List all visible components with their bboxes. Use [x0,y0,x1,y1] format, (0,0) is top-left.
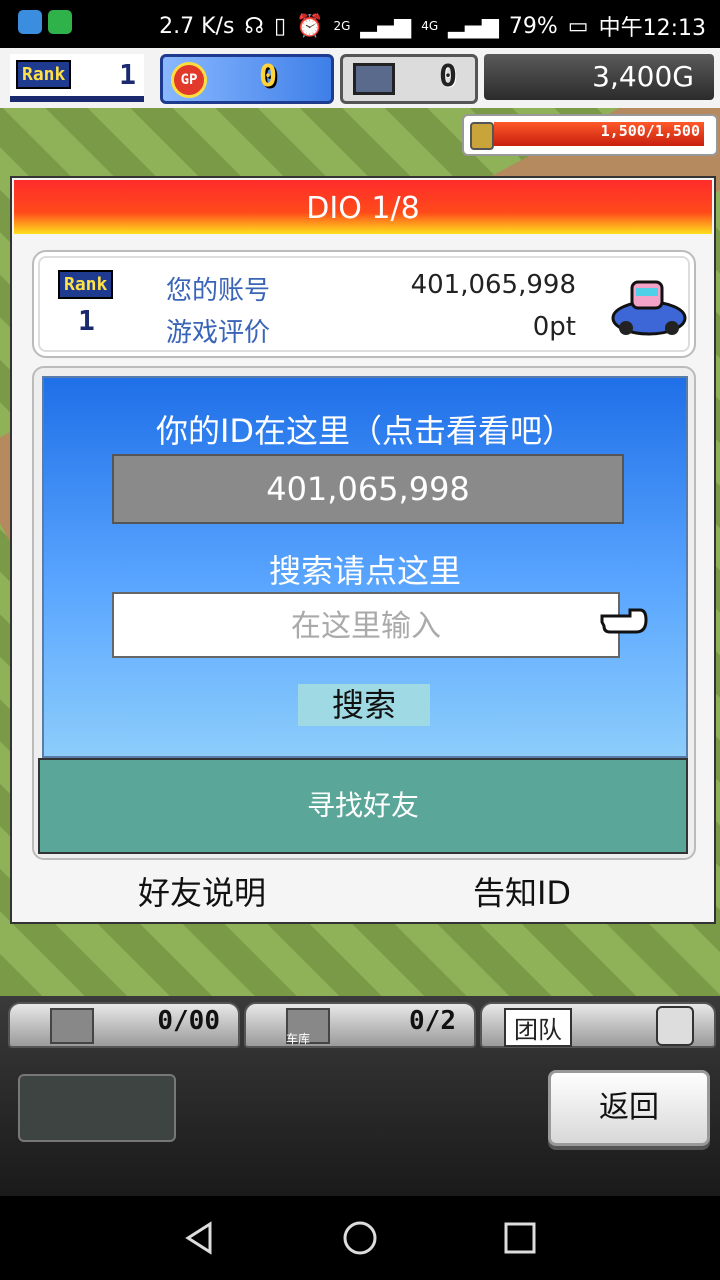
network-type-2: 4G [421,19,439,33]
resource-bar: 1,500/1,500 [462,114,718,156]
home-nav-icon[interactable] [340,1218,380,1258]
bottom-hud: 0/00 车库 0/2 团队 返回 [0,996,720,1196]
network-type-1: 2G [333,19,351,33]
pointing-hand-icon [600,608,648,634]
rank-label: Rank [16,60,72,89]
back-button[interactable]: 返回 [548,1070,710,1146]
team-slot[interactable]: 团队 [480,1002,716,1048]
gp-value: 0 [259,59,278,94]
info-rank-value: 1 [78,304,95,337]
app-notification-icon [18,10,42,34]
empty-slot-button[interactable] [18,1074,176,1142]
account-label: 您的账号 [166,276,271,306]
material-slot[interactable]: 0/00 [8,1002,240,1048]
rank-display[interactable]: Rank 1 [10,54,144,102]
back-nav-icon[interactable] [180,1218,220,1258]
search-panel: 你的ID在这里（点击看看吧） 401,065,998 搜索请点这里 在这里输入 … [42,376,688,758]
rating-value: 0pt [532,312,576,342]
account-info-card: Rank 1 您的账号 游戏评价 401,065,998 0pt [32,250,696,358]
search-button[interactable]: 搜索 [298,684,430,726]
computer-value: 0 [439,59,458,94]
money-display: 3,400G [484,54,714,100]
find-friends-button[interactable]: 寻找好友 [38,758,688,854]
garage-slot[interactable]: 车库 0/2 [244,1002,476,1048]
coin-icon [470,122,494,150]
computer-display[interactable]: 0 [340,54,478,104]
signal-icon: ▂▄▆ [360,13,412,39]
friend-help-link[interactable]: 好友说明 [72,868,332,914]
network-speed: 2.7 K/s [159,13,235,39]
alarm-icon: ⏰ [296,13,324,39]
team-label: 团队 [504,1008,572,1047]
resource-text: 1,500/1,500 [600,122,700,140]
recents-nav-icon[interactable] [500,1218,540,1258]
friends-dialog: DIO 1/8 Rank 1 您的账号 游戏评价 401,065,998 0pt… [10,176,716,924]
your-id-box[interactable]: 401,065,998 [112,454,624,524]
play-notification-icon [48,10,72,34]
garage-count: 0/2 [409,1006,456,1036]
dialog-title: DIO 1/8 [14,180,712,234]
rank-value: 1 [119,58,136,91]
clock: 中午12:13 [598,16,706,41]
computer-icon [353,63,395,95]
search-card: 你的ID在这里（点击看看吧） 401,065,998 搜索请点这里 在这里输入 … [32,366,696,860]
battery-icon: ▭ [567,13,589,39]
top-hud: Rank 1 GP 0 0 3,400G [0,48,720,110]
search-input[interactable]: 在这里输入 [112,592,620,658]
gp-icon: GP [171,62,207,98]
rating-label: 游戏评价 [166,318,271,348]
vibrate-icon: ▯ [273,13,287,39]
tell-id-link[interactable]: 告知ID [402,868,642,914]
car-avatar-icon [611,280,687,336]
search-title: 搜索请点这里 [268,552,461,590]
garage-label: 车库 [286,1032,311,1046]
material-count: 0/00 [157,1006,220,1036]
crate-icon [50,1008,94,1044]
status-bar: 2.7 K/s ☊ ▯ ⏰ 2G ▂▄▆ 4G ▂▄▆ 79% ▭ 中午12:1… [0,0,720,48]
info-rank-label: Rank [58,270,114,299]
navigation-bar [0,1196,720,1280]
headset-icon: ☊ [244,13,264,39]
signal-icon-2: ▂▄▆ [448,13,499,39]
battery-percent: 79% [508,13,558,39]
character-face-icon [656,1006,694,1046]
your-id-title: 你的ID在这里（点击看看吧） [155,412,575,450]
account-value: 401,065,998 [410,270,576,300]
gp-display[interactable]: GP 0 [160,54,334,104]
